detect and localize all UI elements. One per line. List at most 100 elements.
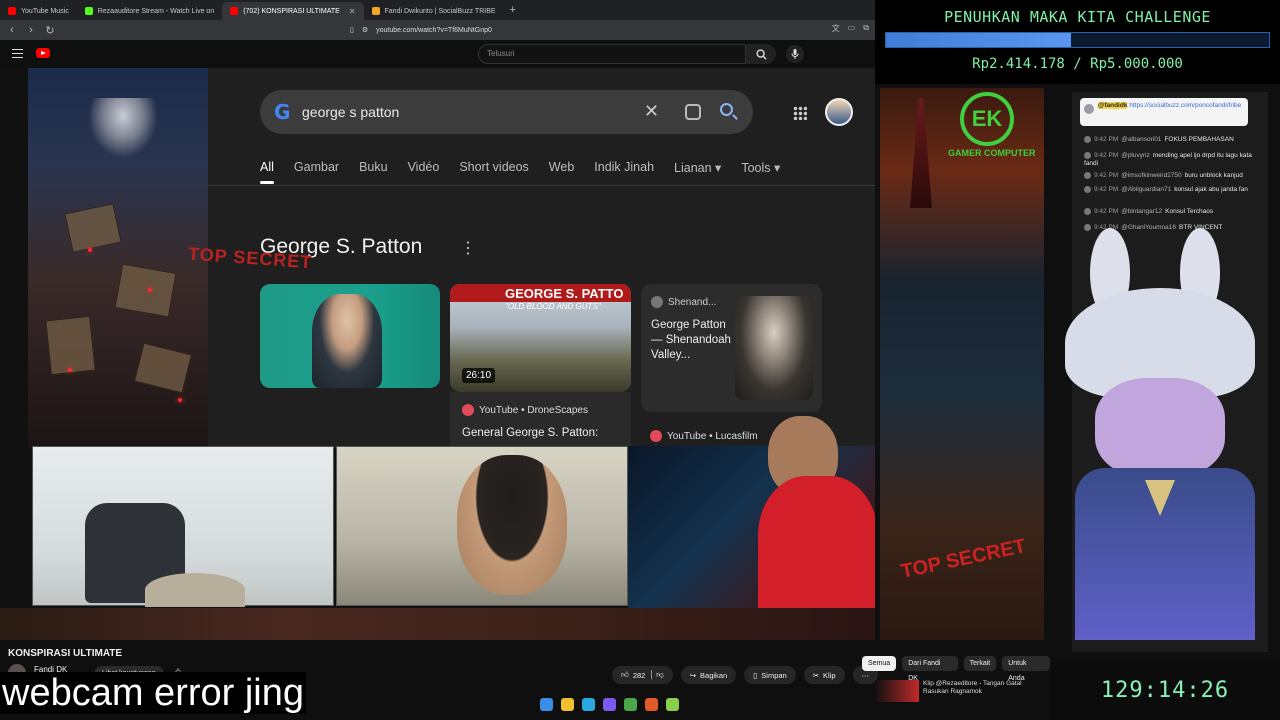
youtube-icon (650, 430, 662, 442)
save-button[interactable]: ▯ Simpan (744, 666, 796, 684)
bookmark-icon: ▯ (753, 670, 758, 680)
menu-icon[interactable] (12, 49, 23, 58)
bookmark-icon[interactable]: ▯ (350, 26, 354, 34)
video-title: KONSPIRASI ULTIMATE (8, 648, 123, 659)
google-tab-short-videos[interactable]: Short videos (459, 160, 528, 184)
artwork-bottom (0, 608, 875, 640)
google-search-icon[interactable] (720, 103, 733, 116)
source-label: YouTube • Lucasfilm (667, 430, 758, 442)
more-options-icon[interactable]: ⋮ (460, 238, 476, 258)
extensions-icon[interactable]: ⧉ (863, 23, 869, 34)
portrait-image (312, 294, 382, 388)
video-tile-dronescapes[interactable]: GEORGE S. PATTO "OLD BLOOD AND GUTS" 26:… (450, 284, 631, 392)
explorer-icon[interactable] (561, 698, 574, 711)
shenandoah-tile[interactable]: Shenand... George Patton — Shenandoah Va… (641, 284, 822, 412)
filter-chips: Semua Dari Fandi DK Terkait Untuk Anda (862, 656, 1050, 682)
chat-text: Konsul Terchaos (1165, 208, 1214, 216)
start-icon[interactable] (540, 698, 553, 711)
progress-fill (886, 33, 1071, 47)
voice-search-button[interactable] (786, 45, 804, 63)
tab-konspirasi[interactable]: (702) KONSPIRASI ULTIMATE ✕ (222, 2, 364, 20)
chat-time: 9:42 PM (1094, 172, 1119, 180)
close-tab-icon[interactable]: ✕ (349, 7, 356, 16)
pinned-message[interactable]: @fandidk https://socialbuzz.com/poncofan… (1080, 98, 1248, 126)
back-icon[interactable]: ‹ (5, 23, 19, 37)
chat-user: @albansori01 (1121, 136, 1162, 144)
apps-grid-icon[interactable] (793, 106, 807, 120)
chip-related[interactable]: Terkait (963, 656, 997, 671)
translate-icon[interactable]: 文 (832, 23, 840, 34)
taskbar (540, 698, 679, 711)
tab-youtube-music[interactable]: YouTube Music (0, 2, 77, 20)
google-search-box[interactable]: G george s patton ✕ (260, 90, 753, 134)
discord-icon[interactable] (603, 698, 616, 711)
chip-for-you[interactable]: Untuk Anda (1002, 656, 1050, 682)
chip-from-channel[interactable]: Dari Fandi DK (902, 656, 958, 682)
video-title: General George S. Patton: (462, 427, 599, 439)
edge-icon[interactable] (582, 698, 595, 711)
google-tab-images[interactable]: Gambar (294, 160, 339, 184)
new-tab-button[interactable]: + (510, 4, 516, 16)
pinned-link[interactable]: https://socialbuzz.com/poncofandi/tribe (1129, 102, 1241, 109)
google-query: george s patton (302, 104, 400, 120)
search-button[interactable] (746, 44, 776, 64)
chat-text: konsul ajak abu janda fan (1174, 186, 1248, 194)
share-label: Bagikan (700, 670, 728, 680)
tab-socialbuzz[interactable]: Fandi Dwikunto | SocialBuzz TRIBE (364, 2, 504, 20)
reload-icon[interactable]: ↻ (43, 23, 57, 37)
browser-tabstrip: YouTube Music Rezaauditore Stream - Watc… (0, 0, 875, 20)
webcam-guest (336, 446, 628, 606)
pinned-user: @fandidk (1098, 102, 1128, 109)
lens-icon[interactable] (685, 104, 701, 120)
google-avatar[interactable] (825, 98, 853, 126)
clip-button[interactable]: ✂ Klip (803, 666, 845, 684)
search-input[interactable]: Telusuri (478, 44, 746, 64)
tab-label: Fandi Dwikunto | SocialBuzz TRIBE (384, 7, 496, 15)
site-icon (651, 296, 663, 308)
tab-kick-stream[interactable]: Rezaauditore Stream - Watch Live on (77, 2, 222, 20)
google-tab-more[interactable]: Lianan ▾ (674, 160, 721, 184)
google-tab-videos[interactable]: Vidéo (408, 160, 440, 184)
gamer-computer-text: GAMER COMPUTER (948, 148, 1036, 158)
chrome-icon[interactable] (624, 698, 637, 711)
google-tab-all[interactable]: All (260, 160, 274, 184)
challenge-amount: Rp2.414.178 / Rp5.000.000 (972, 56, 1183, 72)
recommended-video[interactable]: Klip @Rezaeditore - Tangan Gatal Rasukan… (875, 680, 1045, 702)
thumbs-up-icon: 👍︎ (621, 670, 629, 679)
face-image (1095, 378, 1225, 478)
video-source: YouTube • DroneScapes (462, 404, 588, 416)
youtube-icon (230, 7, 239, 15)
google-tab-indik-jinah[interactable]: Indik Jinah (594, 160, 654, 184)
video-player[interactable]: G george s patton ✕ All Gambar Buku Vidé… (0, 68, 875, 640)
thumbs-down-icon[interactable]: │ 👎︎ (649, 670, 663, 680)
chat-time: 9:42 PM (1094, 186, 1119, 194)
video-source-lucasfilm[interactable]: YouTube • Lucasfilm (650, 430, 758, 442)
forward-icon[interactable]: › (24, 23, 38, 37)
video-tile-meta[interactable]: YouTube • DroneScapes General George S. … (450, 392, 631, 448)
clear-icon[interactable]: ✕ (644, 101, 659, 122)
google-tab-tools[interactable]: Tools ▾ (741, 160, 780, 184)
site-info-icon[interactable]: ⚙ (362, 26, 368, 34)
brave-icon[interactable] (645, 698, 658, 711)
blur-image (145, 573, 245, 607)
source-label: YouTube • DroneScapes (479, 404, 588, 416)
google-tab-web[interactable]: Web (549, 160, 574, 184)
chat-message: 9:42 PM @imsofkinweird2750 buru unblock ka… (1084, 172, 1264, 180)
microphone-icon (791, 49, 799, 59)
avatar (1084, 152, 1091, 159)
tile-source: Shenand... (651, 296, 716, 308)
avatar (1084, 186, 1091, 193)
youtube-logo[interactable] (36, 48, 50, 58)
share-button[interactable]: ↪ Bagikan (680, 666, 737, 684)
capitol-image (88, 98, 158, 158)
chip-all[interactable]: Semua (862, 656, 897, 671)
cast-icon[interactable]: ▭ (848, 23, 856, 34)
patton-portrait-tile[interactable] (260, 284, 440, 388)
chat-text: buru unblock kanjud (1184, 172, 1243, 180)
app-icon[interactable] (666, 698, 679, 711)
google-tab-books[interactable]: Buku (359, 160, 388, 184)
like-button[interactable]: 👍︎ 282 │ 👎︎ (612, 666, 673, 684)
tower-image (910, 98, 932, 208)
chat-message: 9:42 PM @bintangar12 Konsul Terchaos (1084, 208, 1264, 216)
address-bar[interactable]: ▯ ⚙ youtube.com/watch?v=Tf6MuNtGnp0 (350, 22, 820, 38)
